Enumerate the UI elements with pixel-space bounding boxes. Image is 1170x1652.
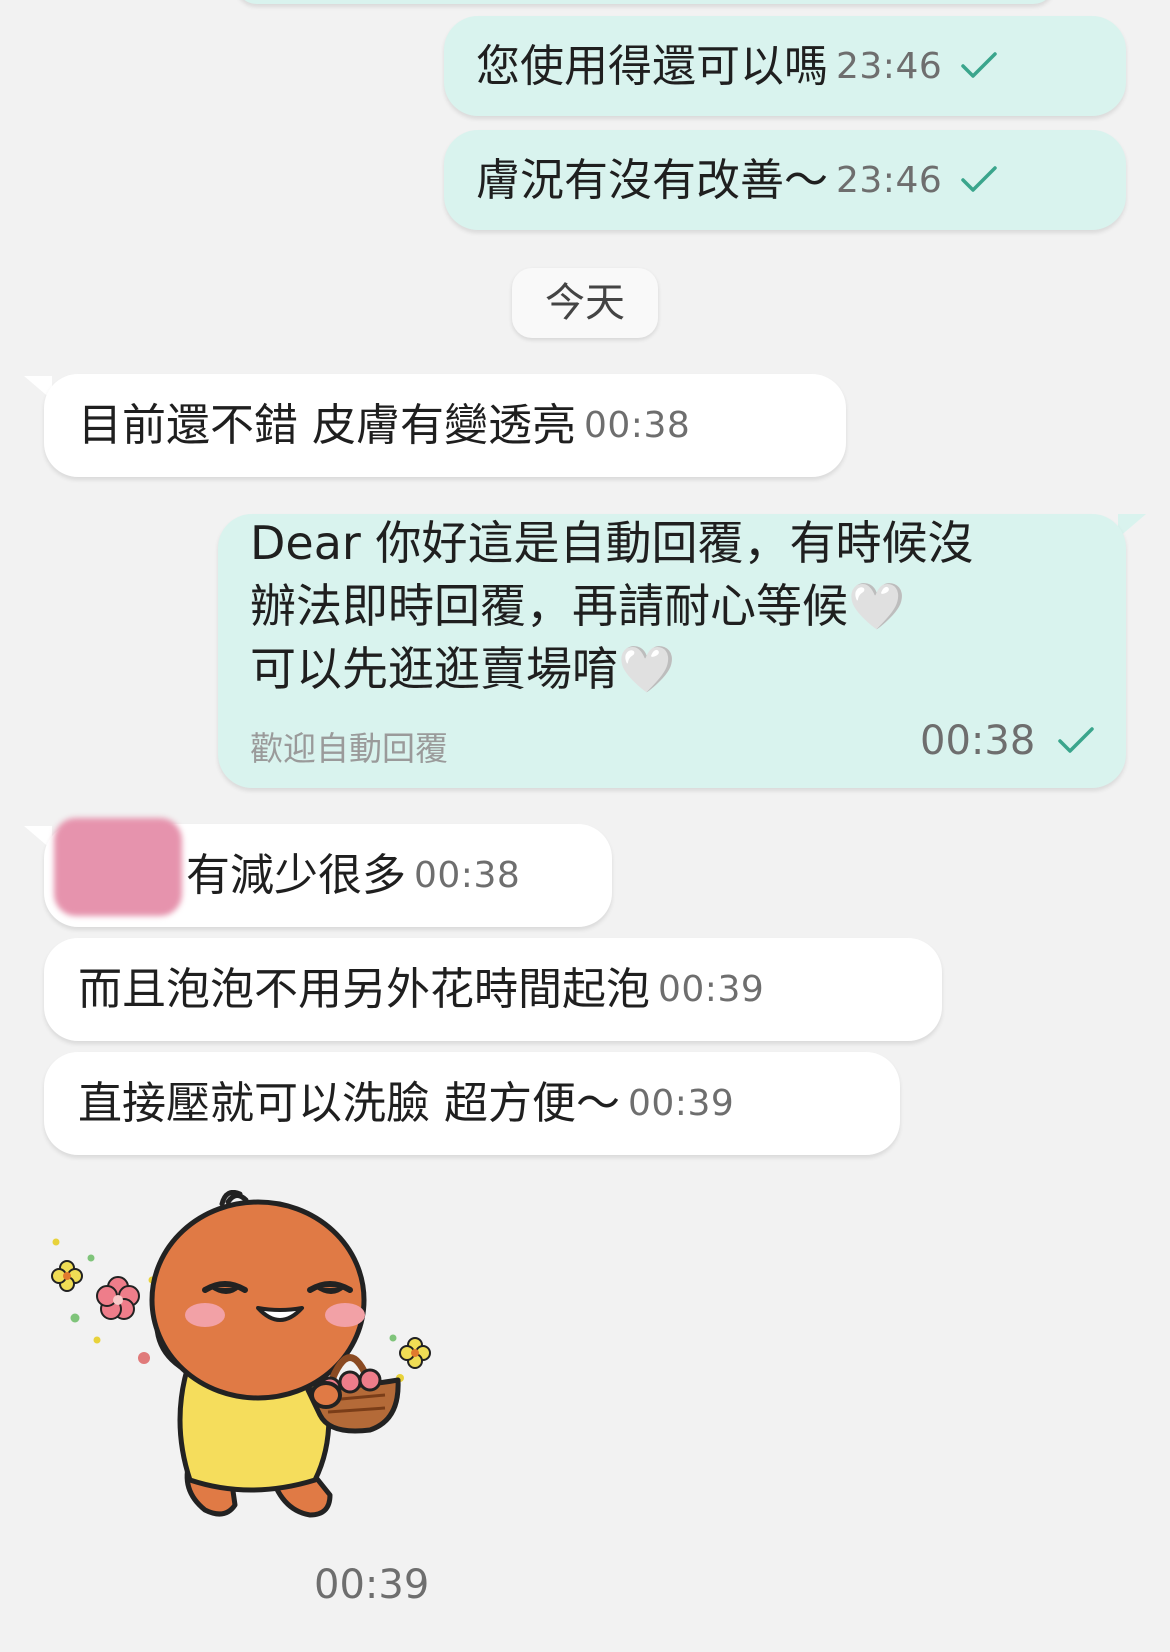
auto-reply-line: Dear 你好這是自動回覆，有時候沒 <box>250 516 974 570</box>
auto-reply-text: Dear 你好這是自動回覆，有時候沒 辦法即時回覆，再請耐心等候🤍 可以先逛逛賣… <box>250 512 973 701</box>
redaction-blur <box>54 818 182 916</box>
incoming-message[interactable]: 目前還不錯 皮膚有變透亮 00:38 <box>44 374 846 477</box>
message-text: 您使用得還可以嗎 <box>476 41 828 92</box>
message-time: 00:39 <box>314 1562 430 1608</box>
read-check-icon <box>960 151 998 211</box>
message-time: 23:46 <box>836 46 943 87</box>
read-check-icon <box>960 37 998 97</box>
message-text: 目前還不錯 皮膚有變透亮 <box>78 400 576 451</box>
outgoing-message[interactable]: 膚況有沒有改善～ 23:46 <box>444 130 1126 230</box>
message-time: 00:38 <box>414 855 521 896</box>
read-check-icon <box>1057 720 1095 766</box>
incoming-message[interactable]: 而且泡泡不用另外花時間起泡 00:39 <box>44 938 942 1041</box>
message-text: 而且泡泡不用另外花時間起泡 <box>78 964 650 1015</box>
message-text: 膚況有沒有改善～ <box>476 155 828 206</box>
auto-reply-line: 可以先逛逛賣場唷🤍 <box>250 642 676 696</box>
message-text: 直接壓就可以洗臉 超方便～ <box>78 1078 620 1129</box>
message-time: 00:39 <box>628 1083 735 1124</box>
message-time: 00:39 <box>658 969 765 1010</box>
incoming-message[interactable]: 直接壓就可以洗臉 超方便～ 00:39 <box>44 1052 900 1155</box>
auto-reply-line: 辦法即時回覆，再請耐心等候🤍 <box>250 579 906 633</box>
partial-bubble-edge <box>235 0 1055 4</box>
message-time: 23:46 <box>836 160 943 201</box>
outgoing-message[interactable]: 您使用得還可以嗎 23:46 <box>444 16 1126 116</box>
message-text: 有減少很多 <box>186 850 406 901</box>
auto-reply-label: 歡迎自動回覆 <box>250 729 448 768</box>
orange-character-sticker[interactable] <box>40 1190 480 1540</box>
message-time: 00:38 <box>920 718 1095 766</box>
message-time: 00:38 <box>584 405 691 446</box>
date-separator: 今天 <box>512 268 658 338</box>
